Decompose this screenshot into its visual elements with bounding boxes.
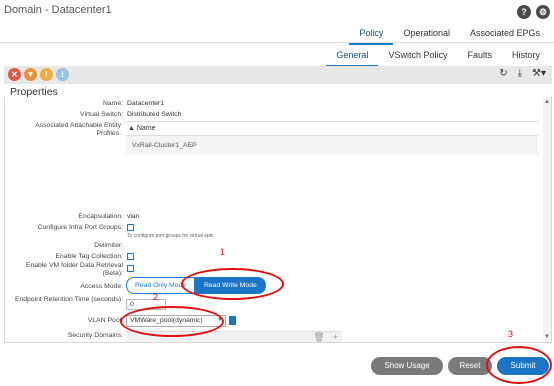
annotation-number-1: 1 [220, 247, 226, 257]
annotation-number-3: 3 [508, 329, 514, 339]
encap-label: Encapsulation: [78, 213, 123, 220]
vm-folder-label: Enable VM folder Data Retrieval (Beta): [25, 262, 123, 277]
settings-icon[interactable]: ⚙ [536, 5, 550, 19]
edit-pool-icon[interactable] [229, 316, 236, 325]
encap-value: vlan [127, 213, 140, 220]
secondary-tabs: General VSwitch Policy Faults History [326, 47, 550, 67]
vlan-pool-label: VLAN Pool: [87, 317, 123, 324]
tab-vswitch-policy[interactable]: VSwitch Policy [378, 47, 457, 67]
name-label: Name: [102, 100, 123, 107]
show-usage-button[interactable]: Show Usage [371, 357, 443, 375]
properties-panel: ▲ ▼ Name: Datacenter1 Virtual Switch: Di… [4, 97, 552, 343]
header: Domain - Datacenter1 ? ⚙ Policy Operatio… [0, 0, 554, 46]
plus-icon[interactable]: + [333, 332, 338, 342]
vm-folder-checkbox[interactable] [127, 265, 134, 272]
trash-icon[interactable]: 🗑 [313, 332, 324, 342]
annotation-circle-3 [486, 346, 552, 384]
scroll-down-icon[interactable]: ▼ [544, 334, 550, 340]
download-icon[interactable]: ⤓ [518, 68, 522, 79]
aaep-label: Associated Attachable Entity Profiles: [35, 122, 121, 137]
infra-hint: To configure port groups for virtual epi… [127, 233, 214, 239]
access-mode-label: Access Mode: [80, 283, 123, 290]
table-row[interactable]: VxRail-Cluster1_AEP [126, 135, 538, 155]
vswitch-label: Virtual Switch: [80, 111, 123, 118]
security-domains-label: Security Domains: [67, 332, 123, 339]
delimiter-label: Delimiter: [94, 242, 123, 249]
refresh-icon[interactable]: ↻ [499, 68, 507, 79]
major-fault-icon[interactable]: ▼ [24, 68, 37, 81]
infra-checkbox[interactable] [127, 224, 134, 231]
help-icon[interactable]: ? [517, 5, 531, 19]
infra-label: Configure Infra Port Groups: [37, 224, 123, 231]
retention-label: Endpoint Retention Time (seconds): [14, 296, 123, 303]
annotation-circle-1 [181, 268, 284, 300]
vswitch-value: Distributed Switch [127, 111, 182, 118]
aaep-header[interactable]: ▲ Name [126, 122, 538, 135]
tab-general[interactable]: General [326, 47, 379, 67]
security-domains-actions: 🗑 + [313, 332, 338, 342]
tab-history[interactable]: History [502, 47, 550, 67]
tools-icon[interactable]: ⚒▾ [532, 68, 546, 79]
critical-fault-icon[interactable]: ✕ [8, 68, 21, 81]
toolbar-actions: ↻ ⤓ ⚒▾ [499, 68, 546, 79]
scroll-up-icon[interactable]: ▲ [544, 99, 550, 105]
name-value: Datacenter1 [127, 100, 165, 107]
divider [0, 42, 554, 43]
tag-collection-label: Enable Tag Collection: [55, 253, 123, 260]
sort-asc-icon: ▲ [128, 125, 137, 132]
annotation-number-2: 2 [153, 292, 159, 302]
page-title: Domain - Datacenter1 [4, 4, 112, 16]
tab-faults[interactable]: Faults [457, 47, 502, 67]
fault-icons: ✕ ▼ ! i [8, 68, 69, 81]
minor-fault-icon[interactable]: ! [40, 68, 53, 81]
warning-fault-icon[interactable]: i [56, 68, 69, 81]
tag-collection-checkbox[interactable] [127, 253, 134, 260]
header-icons: ? ⚙ [517, 5, 550, 19]
aaep-table: ▲ Name VxRail-Cluster1_AEP [126, 121, 538, 155]
toolbar: ✕ ▼ ! i ↻ ⤓ ⚒▾ [4, 66, 552, 84]
scrollbar[interactable]: ▲ ▼ [543, 97, 551, 342]
aaep-col-name: Name [136, 125, 156, 132]
annotation-circle-2 [120, 306, 224, 337]
